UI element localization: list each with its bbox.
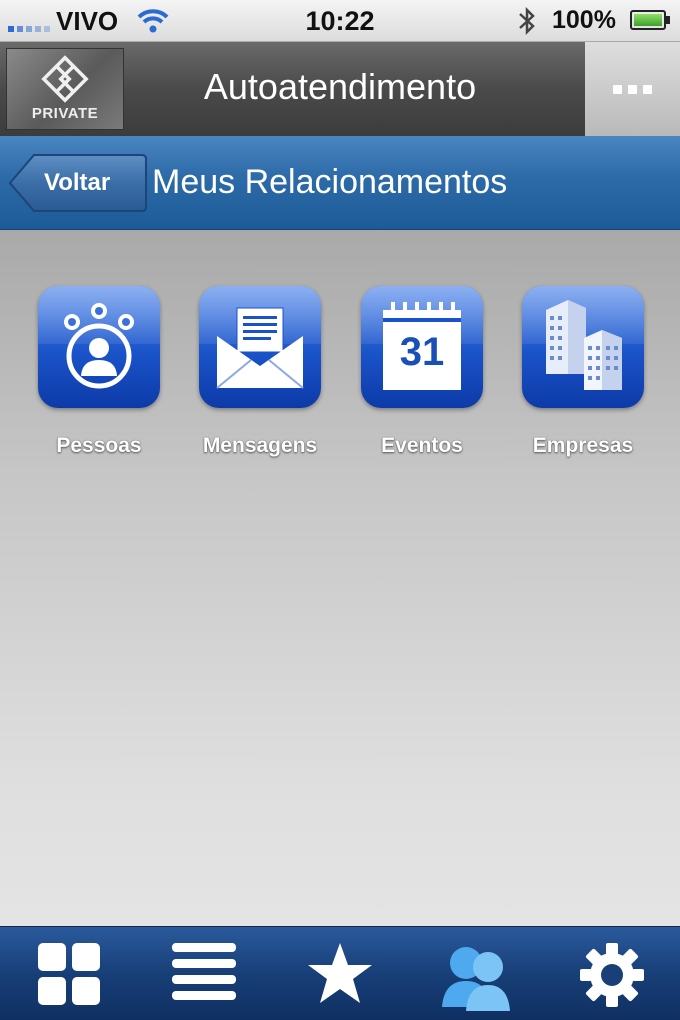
list-icon	[172, 943, 236, 1000]
back-button[interactable]: Voltar	[8, 153, 148, 213]
battery-percentage: 100%	[552, 6, 616, 34]
navigation-bar: Voltar Meus Relacionamentos	[0, 136, 680, 230]
calendar-icon: 31	[361, 286, 483, 408]
tile-eventos[interactable]: 31 Eventos	[352, 286, 492, 466]
app-title: Autoatendimento	[203, 66, 477, 107]
app-header: PRIVATE Autoatendimento	[0, 42, 680, 136]
tile-pessoas[interactable]: Pessoas	[29, 286, 169, 466]
page-title: Meus Relacionamentos	[152, 163, 508, 201]
envelope-icon	[199, 286, 321, 408]
tab-list[interactable]	[164, 935, 244, 1015]
contacts-icon	[442, 947, 510, 1011]
battery-icon	[630, 10, 670, 30]
tile-label: Empresas	[532, 434, 634, 457]
tab-contacts[interactable]	[436, 935, 516, 1015]
bank-logo-icon	[41, 55, 89, 103]
tab-favorites[interactable]	[300, 935, 380, 1015]
people-icon	[38, 286, 160, 408]
gear-icon	[580, 943, 644, 1007]
status-bar: VIVO 10:22 100%	[0, 0, 680, 42]
tile-empresas[interactable]: Empresas	[513, 286, 653, 466]
tile-label: Mensagens	[202, 434, 318, 457]
back-button-label: Voltar	[44, 169, 111, 196]
tab-settings[interactable]	[572, 935, 652, 1015]
star-icon	[308, 943, 372, 1003]
bank-logo: PRIVATE	[6, 48, 124, 130]
calendar-day: 31	[399, 330, 445, 374]
more-menu-button[interactable]	[585, 42, 680, 136]
tile-mensagens[interactable]: Mensagens	[190, 286, 330, 466]
tab-bar	[0, 926, 680, 1020]
tile-label: Eventos	[381, 434, 463, 457]
more-dots-icon	[613, 84, 622, 94]
bluetooth-icon	[516, 6, 538, 41]
tab-grid[interactable]	[28, 935, 108, 1015]
main-content: Pessoas Mensagens 31 Eventos Empresas	[0, 230, 680, 926]
logo-text: PRIVATE	[31, 105, 99, 122]
grid-icon	[38, 943, 100, 1005]
buildings-icon	[522, 286, 644, 408]
tile-label: Pessoas	[56, 434, 142, 457]
